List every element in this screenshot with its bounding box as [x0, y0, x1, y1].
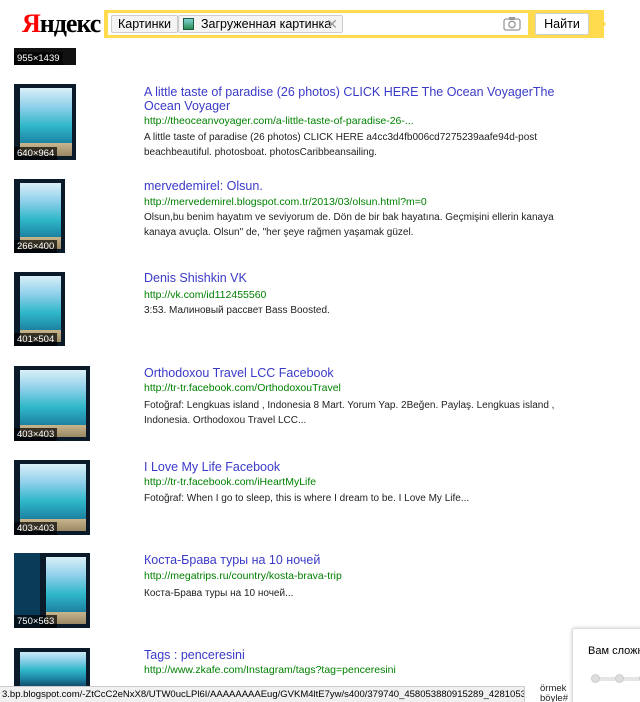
result-url-link[interactable]: http://tr-tr.facebook.com/iHeartMyLife — [144, 476, 316, 489]
result-snippet: 3:53. Малиновый рассвет Bass Boosted. — [144, 305, 330, 316]
result-title-link[interactable]: Denis Shishkin VK — [144, 271, 247, 285]
feedback-popup: Вам сложн — [572, 628, 640, 702]
image-size-badge: 403×403 — [14, 428, 58, 441]
image-size-badge: 640×964 — [14, 147, 58, 160]
find-button[interactable]: Найти — [535, 13, 589, 35]
slider-dot[interactable] — [615, 674, 624, 683]
service-chip-label: Картинки — [118, 17, 171, 31]
yandex-logo[interactable]: Яндекс — [22, 9, 102, 39]
image-size-badge: 266×400 — [14, 240, 58, 253]
result-url-link[interactable]: http://megatrips.ru/country/kosta-brava-… — [144, 570, 342, 583]
uploaded-image-chip[interactable]: Загруженная картинка ✕ — [178, 15, 343, 33]
status-bar-url: 3.bp.blogspot.com/-ZtCcC2eNxX8/UTW0ucLPl… — [0, 686, 525, 702]
result-thumbnail[interactable]: 403×403 — [14, 460, 90, 535]
result-thumbnail[interactable]: 401×504 — [14, 272, 65, 346]
result-snippet: A little taste of paradise (26 photos) C… — [144, 132, 538, 158]
image-size-badge: 403×403 — [14, 522, 58, 535]
result-title-link[interactable]: mervedemirel: Olsun. — [144, 179, 263, 193]
result-url-link[interactable]: http://theoceanvoyager.com/a-little-tast… — [144, 115, 414, 128]
result-title-link[interactable]: A little taste of paradise (26 photos) C… — [144, 85, 564, 113]
result-thumbnail[interactable]: 403×403 — [14, 366, 90, 441]
slider-dot[interactable] — [591, 674, 600, 683]
result-snippet: Fotoğraf: Lengkuas island , Indonesia 8 … — [144, 400, 555, 426]
image-size-badge: 750×563 — [14, 615, 58, 628]
close-icon[interactable]: ✕ — [326, 16, 338, 32]
logo-letter: Я — [22, 9, 41, 38]
result-snippet: Olsun,bu benim hayatım ve seviyorum de. … — [144, 212, 554, 238]
uploaded-thumbnail-icon — [183, 18, 194, 30]
camera-icon[interactable] — [500, 15, 524, 33]
result-thumbnail[interactable]: 266×400 — [14, 179, 65, 253]
result-snippet: Коста-Брава туры на 10 ночей... — [144, 588, 294, 599]
result-thumbnail[interactable]: 955×1439 — [14, 48, 76, 65]
snippet-fragment-line: örmek — [540, 683, 567, 694]
uploaded-chip-label: Загруженная картинка — [201, 17, 332, 31]
logo-rest: ндекс — [39, 9, 102, 38]
result-title-link[interactable]: I Love My Life Facebook — [144, 460, 280, 474]
result-snippet: Fotoğraf: When I go to sleep, this is wh… — [144, 493, 470, 504]
service-chip-images[interactable]: Картинки — [111, 15, 178, 33]
result-title-link[interactable]: Tags : penceresini — [144, 648, 245, 662]
feedback-slider[interactable] — [591, 674, 640, 683]
image-size-badge: 401×504 — [14, 333, 58, 346]
snippet-fragment: örmek — [528, 683, 566, 694]
result-title-link[interactable]: Orthodoxou Travel LCC Facebook — [144, 366, 334, 380]
result-thumbnail[interactable]: 750×563 — [14, 553, 90, 628]
image-size-badge: 955×1439 — [14, 52, 63, 65]
feedback-question: Вам сложн — [588, 645, 640, 657]
header: Яндекс Картинки Загруженная картинка ✕ Н… — [0, 0, 640, 48]
result-url-link[interactable]: http://vk.com/id112455560 — [144, 289, 266, 302]
result-url-link[interactable]: http://tr-tr.facebook.com/OrthodoxouTrav… — [144, 382, 341, 395]
search-bar-arrow — [595, 10, 606, 38]
result-url-link[interactable]: http://www.zkafe.com/Instagram/tags?tag=… — [144, 664, 396, 677]
snippet-fragment-bottom: böyle# — [540, 694, 568, 702]
result-title-link[interactable]: Коста-Брава туры на 10 ночей — [144, 553, 320, 567]
result-thumbnail[interactable] — [14, 648, 90, 688]
result-url-link[interactable]: http://mervedemirel.blogspot.com.tr/2013… — [144, 196, 427, 209]
result-thumbnail[interactable]: 640×964 — [14, 84, 76, 160]
